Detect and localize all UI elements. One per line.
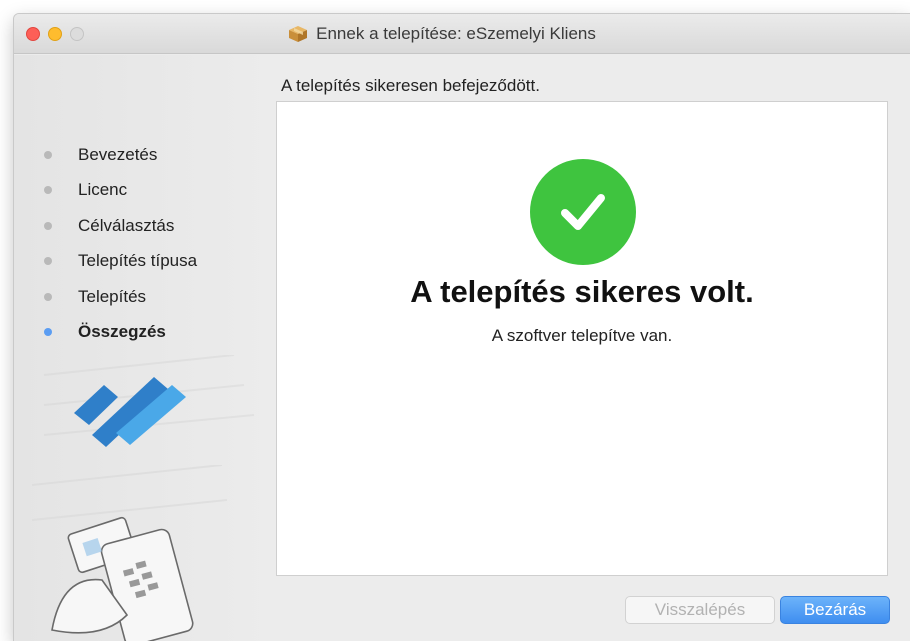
- step-bullet-icon: [44, 257, 52, 266]
- success-subtitle: A szoftver telepítve van.: [491, 326, 673, 345]
- id-card-device-illustration: [32, 465, 228, 641]
- step-list: Bevezetés Licenc Célválasztás Telepítés …: [36, 137, 197, 350]
- back-button[interactable]: Visszalépés: [625, 596, 775, 624]
- step-bullet-icon: [44, 150, 52, 159]
- package-icon: [289, 26, 308, 42]
- step-item-osszegzes: Összegzés: [36, 315, 197, 351]
- step-label: Telepítés típusa: [78, 251, 198, 271]
- step-label: Telepítés: [78, 286, 147, 306]
- summary-panel: A telepítés sikeres volt. A szoftver tel…: [276, 101, 888, 576]
- installer-window: Ennek a telepítése: eSzemelyi Kliens Bev…: [14, 14, 910, 641]
- step-bullet-icon: [44, 292, 52, 301]
- step-bullet-icon: [44, 186, 52, 195]
- step-item-licenc: Licenc: [36, 173, 197, 209]
- checkmark-icon: [561, 194, 605, 230]
- step-item-celvalasztas: Célválasztás: [36, 208, 197, 244]
- step-bullet-icon: [44, 221, 52, 230]
- step-label: Célválasztás: [78, 215, 175, 235]
- title-bar[interactable]: Ennek a telepítése: eSzemelyi Kliens: [14, 14, 910, 54]
- window-title: Ennek a telepítése: eSzemelyi Kliens: [316, 24, 596, 43]
- step-label: Összegzés: [78, 322, 166, 342]
- success-title: A telepítés sikeres volt.: [410, 274, 754, 309]
- step-item-telepites-tipusa: Telepítés típusa: [36, 244, 197, 280]
- step-label: Bevezetés: [78, 144, 158, 164]
- page-heading: A telepítés sikeresen befejeződött.: [281, 76, 540, 95]
- eszemelyi-logo: [43, 355, 255, 447]
- step-item-telepites: Telepítés: [36, 279, 197, 315]
- window-title-group: Ennek a telepítése: eSzemelyi Kliens: [14, 14, 910, 54]
- step-bullet-active-icon: [44, 328, 52, 337]
- success-badge: [530, 159, 636, 265]
- close-button[interactable]: Bezárás: [780, 596, 890, 624]
- step-label: Licenc: [78, 180, 128, 200]
- step-item-bevezetes: Bevezetés: [36, 137, 197, 173]
- installer-sidebar: Bevezetés Licenc Célválasztás Telepítés …: [14, 55, 276, 641]
